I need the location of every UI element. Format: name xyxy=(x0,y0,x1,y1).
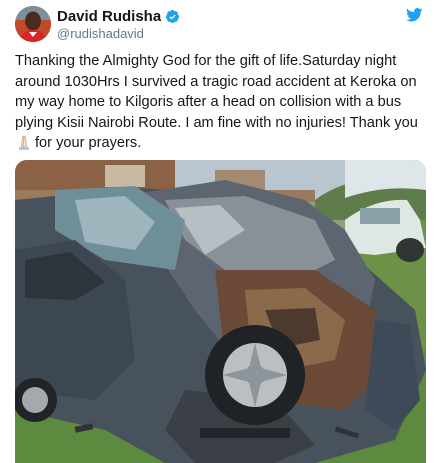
avatar[interactable] xyxy=(15,6,51,42)
accident-photo-illustration xyxy=(15,160,426,463)
tweet-header: David Rudisha @rudishadavid xyxy=(15,6,425,42)
verified-badge-icon xyxy=(165,9,180,24)
display-name-row: David Rudisha xyxy=(57,7,180,25)
tweet-text-end: for your prayers. xyxy=(35,135,142,151)
praying-hands-emoji-icon xyxy=(15,134,33,150)
tweet-text: Thanking the Almighty God for the gift o… xyxy=(15,51,425,154)
tweet-photo[interactable] xyxy=(15,160,426,463)
user-names: David Rudisha @rudishadavid xyxy=(57,7,180,41)
tweet-text-main: Thanking the Almighty God for the gift o… xyxy=(15,53,418,131)
display-name[interactable]: David Rudisha xyxy=(57,8,161,25)
twitter-bird-icon[interactable] xyxy=(406,8,423,22)
handle[interactable]: @rudishadavid xyxy=(57,26,180,41)
tweet-card[interactable]: David Rudisha @rudishadavid Thanking the… xyxy=(0,0,440,463)
